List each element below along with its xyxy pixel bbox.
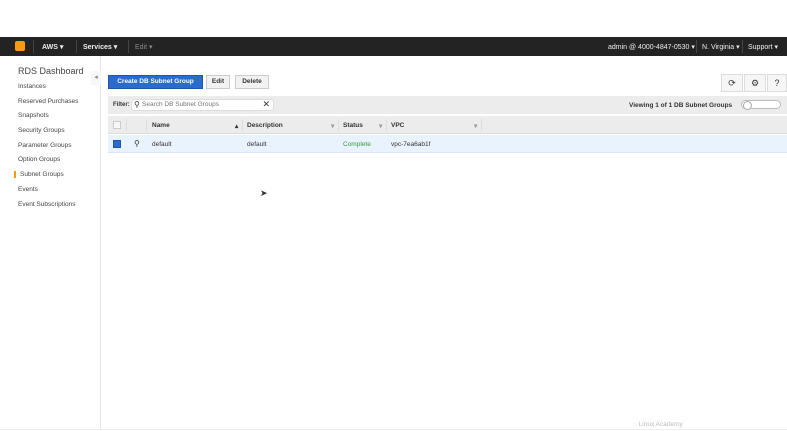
services-menu[interactable]: Services ▾ bbox=[83, 43, 117, 51]
support-menu[interactable]: Support ▾ bbox=[748, 43, 778, 51]
column-description[interactable]: Description bbox=[247, 122, 283, 129]
collapse-sidebar-button[interactable]: ◂ bbox=[91, 71, 101, 85]
filter-bar: Filter: ⚲ ✕ Viewing 1 of 1 DB Subnet Gro… bbox=[108, 96, 787, 114]
sidebar-item-events[interactable]: Events bbox=[18, 186, 38, 193]
sort-icon[interactable]: ▾ bbox=[379, 122, 382, 130]
sidebar-title[interactable]: RDS Dashboard bbox=[18, 66, 84, 76]
footer-divider bbox=[0, 429, 787, 430]
edit-button[interactable]: Edit bbox=[206, 75, 230, 89]
column-name[interactable]: Name bbox=[152, 122, 170, 129]
gear-icon: ⚙ bbox=[750, 78, 760, 88]
edit-menu[interactable]: Edit ▾ bbox=[135, 43, 153, 51]
cell-name: default bbox=[152, 141, 172, 148]
viewing-count: Viewing 1 of 1 DB Subnet Groups bbox=[629, 102, 733, 109]
filter-label: Filter: bbox=[113, 102, 130, 108]
sidebar: RDS Dashboard Instances Reserved Purchas… bbox=[0, 56, 101, 430]
refresh-icon: ⟳ bbox=[728, 78, 736, 88]
table-row[interactable]: ⚲ default default Complete vpc-7ea6ab1f bbox=[108, 135, 787, 153]
column-vpc[interactable]: VPC bbox=[391, 122, 404, 129]
details-magnifier-icon[interactable]: ⚲ bbox=[134, 139, 140, 148]
account-menu[interactable]: admin @ 4000-4847-0530 ▾ bbox=[608, 43, 695, 51]
pagination-slider[interactable] bbox=[741, 100, 781, 110]
sidebar-item-option-groups[interactable]: Option Groups bbox=[18, 156, 60, 163]
column-status[interactable]: Status bbox=[343, 122, 363, 129]
cell-vpc: vpc-7ea6ab1f bbox=[391, 141, 431, 148]
cell-status: Complete bbox=[343, 141, 371, 148]
sort-icon[interactable]: ▾ bbox=[331, 122, 334, 130]
search-icon: ⚲ bbox=[134, 100, 140, 109]
create-subnet-group-button[interactable]: Create DB Subnet Group bbox=[108, 75, 203, 89]
region-menu[interactable]: N. Virginia ▾ bbox=[702, 43, 740, 51]
clear-search-icon[interactable]: ✕ bbox=[262, 99, 270, 110]
delete-button[interactable]: Delete bbox=[235, 75, 269, 89]
aws-menu[interactable]: AWS ▾ bbox=[42, 43, 63, 51]
settings-button[interactable]: ⚙ bbox=[744, 74, 766, 92]
help-icon: ? bbox=[774, 78, 780, 88]
sidebar-item-snapshots[interactable]: Snapshots bbox=[18, 112, 49, 119]
sidebar-item-event-subscriptions[interactable]: Event Subscriptions bbox=[18, 201, 75, 208]
row-checkbox[interactable] bbox=[113, 140, 121, 148]
cell-description: default bbox=[247, 141, 267, 148]
sidebar-item-subnet-groups[interactable]: Subnet Groups bbox=[14, 171, 64, 178]
aws-logo-icon[interactable] bbox=[15, 41, 25, 51]
table-header: Name ▴ Description ▾ Status ▾ VPC ▾ bbox=[108, 116, 787, 134]
select-all-checkbox[interactable] bbox=[113, 121, 121, 129]
sort-asc-icon[interactable]: ▴ bbox=[235, 122, 238, 130]
refresh-button[interactable]: ⟳ bbox=[721, 74, 743, 92]
top-nav-bar: AWS ▾ Services ▾ Edit ▾ admin @ 4000-484… bbox=[0, 37, 787, 56]
search-input[interactable] bbox=[142, 101, 262, 108]
sidebar-item-parameter-groups[interactable]: Parameter Groups bbox=[18, 142, 71, 149]
help-button[interactable]: ? bbox=[767, 74, 787, 92]
sidebar-item-reserved-purchases[interactable]: Reserved Purchases bbox=[18, 98, 78, 105]
sidebar-item-instances[interactable]: Instances bbox=[18, 83, 46, 90]
search-box[interactable]: ⚲ ✕ bbox=[131, 99, 274, 111]
sort-icon[interactable]: ▾ bbox=[474, 122, 477, 130]
mouse-cursor-icon: ➤ bbox=[260, 188, 268, 198]
sidebar-item-security-groups[interactable]: Security Groups bbox=[18, 127, 65, 134]
watermark: ◌ Linux Academy bbox=[633, 421, 683, 428]
